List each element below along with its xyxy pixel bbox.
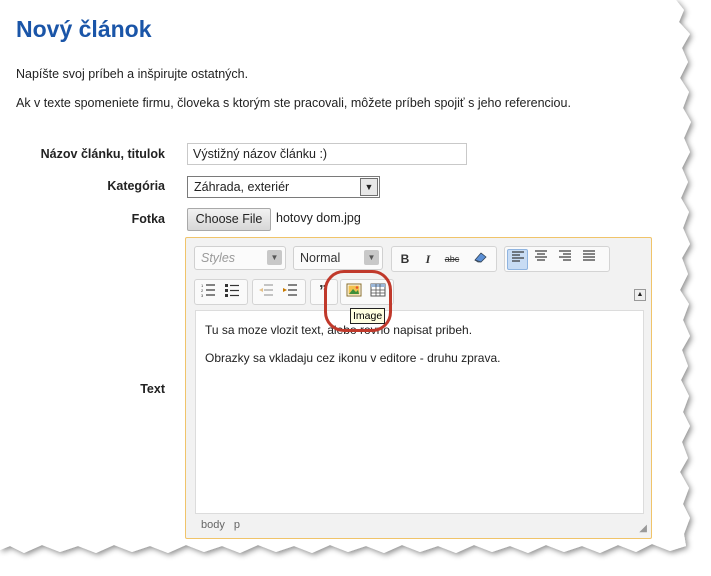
numbered-list-icon[interactable]: 123 [198,282,218,302]
category-select[interactable]: Záhrada, exteriér ▼ [187,176,380,198]
strikethrough-button[interactable]: abc [442,249,462,269]
align-right-icon[interactable] [555,249,575,269]
title-field-label: Názov článku, titulok [40,147,165,161]
chevron-down-icon[interactable]: ▼ [267,250,282,265]
path-item-body[interactable]: body [201,519,225,531]
alignment-group [504,246,610,272]
resize-grip-icon[interactable]: ◢ [639,523,647,534]
italic-button[interactable]: I [418,249,438,269]
page-content: Nový článok Napíšte svoj príbeh a inšpir… [0,0,711,576]
indent-group [252,279,306,305]
indent-icon[interactable] [280,282,300,302]
styles-combo[interactable]: Styles ▼ [194,246,286,270]
choose-file-button[interactable]: Choose File [187,208,271,231]
bulleted-list-icon[interactable] [222,282,242,302]
category-label: Kategória [107,179,165,193]
svg-text:3: 3 [201,293,204,298]
eraser-icon[interactable] [470,249,490,269]
image-tooltip: Image [350,308,386,324]
reference-hint-text: Ak v texte spomeniete firmu, človeka s k… [16,96,571,110]
align-left-icon[interactable] [507,249,528,270]
bold-button[interactable]: B [395,249,415,269]
rich-text-editor: Styles ▼ Normal ▼ B I abc 1 2 3 ” ▲ Tu s… [185,237,652,539]
collapse-toolbar-icon[interactable]: ▲ [634,289,646,301]
outdent-icon[interactable] [256,282,276,302]
editor-element-path: body p [201,519,246,531]
format-combo[interactable]: Normal ▼ [293,246,383,270]
align-center-icon[interactable] [531,249,551,269]
editor-paragraph: Obrazky sa vkladaju cez ikonu v editore … [205,351,501,365]
list-group: 123 [194,279,248,305]
align-justify-icon[interactable] [579,249,599,269]
path-item-p[interactable]: p [234,519,240,531]
dropdown-arrow-icon[interactable]: ▼ [360,178,378,196]
styles-combo-label: Styles [201,251,236,265]
photo-label: Fotka [131,212,165,226]
text-style-group: B I abc [391,246,497,272]
page-title: Nový článok [16,16,152,42]
title-input[interactable] [187,143,467,165]
format-combo-label: Normal [300,251,341,265]
category-selected-value: Záhrada, exteriér [194,180,290,194]
chevron-down-icon[interactable]: ▼ [364,250,379,265]
intro-text: Napíšte svoj príbeh a inšpirujte ostatný… [16,67,249,81]
selected-file-name: hotovy dom.jpg [276,211,361,225]
text-label: Text [140,382,165,396]
editor-content-area[interactable]: Tu sa moze vlozit text, alebo rovno napi… [195,310,644,514]
